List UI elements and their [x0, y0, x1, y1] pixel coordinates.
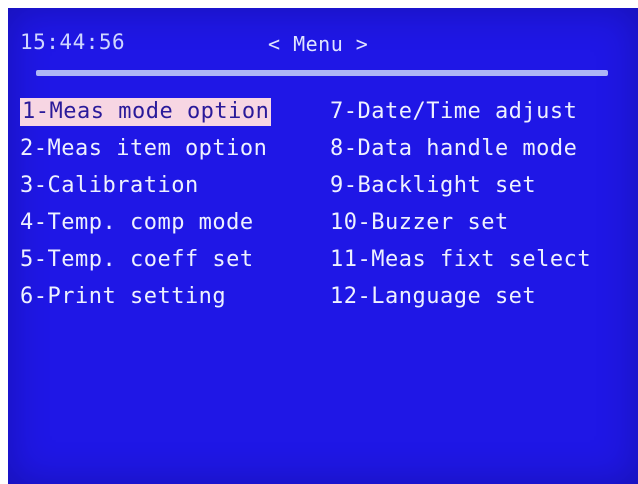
menu-item-temp-coeff-set[interactable]: 5-Temp. coeff set	[20, 246, 254, 274]
menu-item-buzzer-set[interactable]: 10-Buzzer set	[330, 209, 509, 237]
menu-item-meas-fixt-select[interactable]: 11-Meas fixt select	[330, 246, 591, 274]
menu-item-temp-comp-mode[interactable]: 4-Temp. comp mode	[20, 209, 254, 237]
menu-item-print-setting[interactable]: 6-Print setting	[20, 283, 226, 311]
menu-item-meas-mode-option[interactable]: 1-Meas mode option	[20, 98, 272, 126]
screen-header: 15:44:56 < Menu >	[8, 8, 638, 64]
menu-item-data-handle-mode[interactable]: 8-Data handle mode	[330, 135, 577, 163]
menu-title: < Menu >	[268, 32, 369, 56]
clock-display: 15:44:56	[20, 30, 126, 54]
menu-item-date-time-adjust[interactable]: 7-Date/Time adjust	[330, 98, 577, 126]
menu-item-calibration[interactable]: 3-Calibration	[20, 172, 199, 200]
header-divider	[36, 70, 608, 76]
menu-item-language-set[interactable]: 12-Language set	[330, 283, 536, 311]
menu-item-backlight-set[interactable]: 9-Backlight set	[330, 172, 536, 200]
menu-item-meas-item-option[interactable]: 2-Meas item option	[20, 135, 267, 163]
device-frame: 15:44:56 < Menu > 1-Meas mode option 2-M…	[0, 0, 638, 484]
lcd-screen: 15:44:56 < Menu > 1-Meas mode option 2-M…	[8, 8, 638, 484]
